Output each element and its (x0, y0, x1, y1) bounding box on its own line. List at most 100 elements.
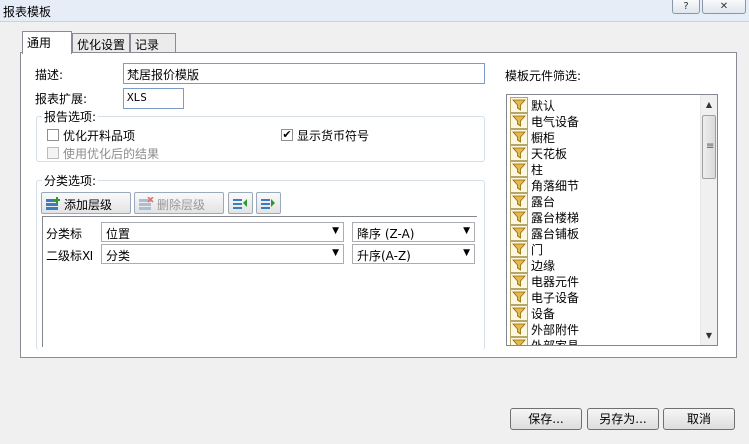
level-2-field-select[interactable]: 分类 ▼ (101, 244, 344, 264)
move-up-button[interactable] (228, 192, 253, 214)
filter-list-item[interactable]: 露台 (510, 193, 555, 209)
filter-list-item[interactable]: 默认 (510, 97, 555, 113)
help-button[interactable]: ? (672, 0, 700, 14)
filter-item-label: 电子设备 (531, 291, 580, 305)
level-1-field-value: 位置 (106, 227, 131, 241)
filter-item-label: 露台楼梯 (531, 211, 580, 225)
level-2-label: 二级标Ⅺ (46, 249, 94, 263)
window-title: 报表模板 (3, 5, 52, 19)
delete-level-icon (139, 197, 154, 210)
description-field[interactable]: 梵居报价模版 (123, 63, 485, 84)
use-optimized-checkbox[interactable] (47, 147, 59, 159)
title-bar (0, 0, 749, 22)
filter-list-item[interactable]: 天花板 (510, 145, 567, 161)
add-level-button[interactable]: 添加层级 (41, 192, 131, 214)
category-options-title: 分类选项: (42, 172, 99, 189)
delete-level-label: 删除层级 (157, 198, 206, 212)
level-1-field-select[interactable]: 位置 ▼ (101, 222, 344, 242)
report-options-title: 报告选项: (42, 108, 99, 125)
scroll-grip-icon: ≡ (706, 141, 715, 152)
optimize-items-checkbox[interactable] (47, 129, 59, 141)
filter-funnel-icon (510, 97, 528, 113)
cancel-button[interactable]: 取消 (663, 408, 735, 430)
filter-funnel-icon (510, 241, 528, 257)
level-1-label: 分类标 (46, 227, 83, 241)
filter-item-label: 边缘 (531, 259, 556, 273)
dropdown-arrow-icon: ▼ (332, 226, 339, 236)
filter-funnel-icon (510, 321, 528, 337)
tab-records[interactable]: 记录 (130, 33, 176, 53)
filter-funnel-icon (510, 193, 528, 209)
close-button[interactable]: ✕ (702, 0, 746, 14)
save-button[interactable]: 保存... (510, 408, 582, 430)
filter-list-item[interactable]: 角落细节 (510, 177, 579, 193)
description-label: 描述: (35, 68, 64, 82)
delete-level-button[interactable]: 删除层级 (134, 192, 224, 214)
filter-item-label: 默认 (531, 99, 556, 113)
filter-list-item[interactable]: 外部家具 (510, 337, 580, 346)
tab-optimization-settings[interactable]: 优化设置 (72, 33, 130, 53)
filter-funnel-icon (510, 129, 528, 145)
show-currency-label: 显示货币符号 (297, 129, 370, 143)
filter-funnel-icon (510, 305, 528, 321)
filter-item-label: 露台 (531, 195, 556, 209)
filter-item-label: 外部家具 (531, 339, 580, 346)
filter-item-label: 外部附件 (531, 323, 580, 337)
move-down-button[interactable] (256, 192, 281, 214)
component-filter-list[interactable]: 默认电气设备橱柜 天花板柱角落细节露台露台楼梯露台铺板门边缘电器元件电子设备设备外… (506, 94, 718, 346)
filter-list-item[interactable]: 电气设备 (510, 113, 579, 129)
filter-list-item[interactable]: 橱柜 (510, 129, 555, 145)
use-optimized-label: 使用优化后的结果 (63, 147, 160, 161)
filter-funnel-icon (510, 113, 528, 129)
filter-item-label: 设备 (531, 307, 556, 321)
tab-general[interactable]: 通用 (22, 31, 72, 54)
move-up-icon (233, 199, 247, 209)
filter-list-item[interactable]: 边缘 (510, 257, 555, 273)
dropdown-arrow-icon: ▼ (463, 226, 470, 236)
component-filter-title: 模板元件筛选: (505, 69, 582, 83)
close-icon: ✕ (719, 1, 729, 12)
filter-funnel-icon (510, 225, 528, 241)
list-scrollbar[interactable]: ▲ ≡ ▼ (700, 95, 717, 345)
dropdown-arrow-icon: ▼ (463, 248, 470, 258)
filter-funnel-icon (510, 257, 528, 273)
level-2-sort-value: 升序(A-Z) (357, 249, 411, 263)
filter-funnel-icon (510, 177, 528, 193)
filter-funnel-icon (510, 209, 528, 225)
move-down-icon (261, 199, 275, 209)
filter-list-item[interactable]: 电子设备 (510, 289, 579, 305)
filter-item-label: 角落细节 (531, 179, 580, 193)
filter-funnel-icon (510, 161, 528, 177)
save-as-button[interactable]: 另存为... (587, 408, 659, 430)
level-2-field-value: 分类 (106, 249, 131, 263)
filter-list-item[interactable]: 柱 (510, 161, 543, 177)
add-level-label: 添加层级 (64, 198, 113, 212)
filter-list-item[interactable]: 露台铺板 (510, 225, 579, 241)
scroll-up-icon[interactable]: ▲ (701, 97, 717, 113)
extension-field[interactable]: XLS (123, 88, 184, 109)
filter-list-item[interactable]: 外部附件 (510, 321, 579, 337)
filter-item-label: 电器元件 (531, 275, 580, 289)
scroll-thumb[interactable]: ≡ (702, 115, 716, 179)
level-2-sort-select[interactable]: 升序(A-Z) ▼ (352, 244, 475, 264)
filter-item-label: 电气设备 (531, 115, 580, 129)
filter-item-label: 门 (531, 243, 544, 257)
filter-list-item[interactable]: 露台楼梯 (510, 209, 579, 225)
level-1-sort-select[interactable]: 降序 (Z-A) ▼ (352, 222, 475, 242)
level-1-sort-value: 降序 (Z-A) (357, 227, 415, 241)
dropdown-arrow-icon: ▼ (332, 248, 339, 258)
filter-funnel-icon (510, 145, 528, 161)
scroll-down-icon[interactable]: ▼ (701, 328, 717, 344)
add-level-icon (46, 197, 60, 210)
filter-item-label: 橱柜 (531, 131, 556, 145)
filter-list-item[interactable]: 门 (510, 241, 543, 257)
filter-list-item[interactable]: 设备 (510, 305, 555, 321)
filter-funnel-icon (510, 273, 528, 289)
filter-item-label: 露台铺板 (531, 227, 580, 241)
checkmark-icon: ✔ (282, 128, 292, 141)
show-currency-checkbox[interactable]: ✔ (281, 129, 293, 141)
filter-list-item[interactable]: 电器元件 (510, 273, 579, 289)
filter-funnel-icon (510, 289, 528, 305)
extension-label: 报表扩展: (35, 92, 88, 106)
optimize-items-label: 优化开料品项 (63, 129, 136, 143)
